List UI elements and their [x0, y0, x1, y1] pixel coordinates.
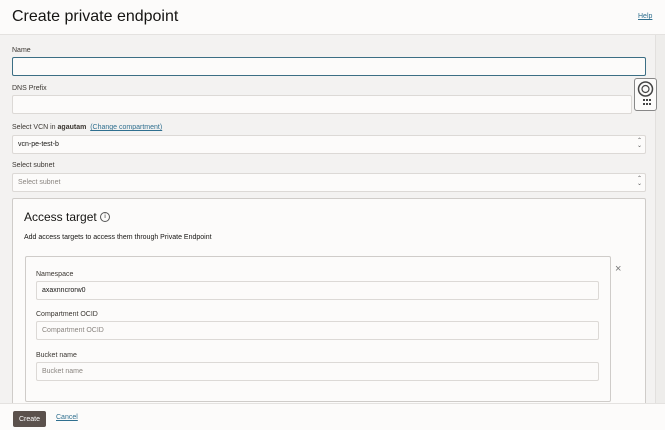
vcn-label: Select VCN in agautam (Change compartmen… [12, 124, 162, 131]
close-icon[interactable]: × [615, 263, 621, 275]
create-button[interactable]: Create [13, 411, 46, 427]
footer: Create Cancel [0, 403, 665, 430]
chevron-updown-icon: ⌃ ⌄ [636, 138, 642, 149]
page-title: Create private endpoint [12, 8, 179, 25]
name-input[interactable] [12, 57, 646, 76]
chevron-updown-icon: ⌃ ⌄ [636, 176, 642, 187]
subnet-select[interactable]: Select subnet ⌃ ⌄ [12, 173, 646, 192]
vcn-compartment: agautam [57, 124, 87, 131]
cancel-link[interactable]: Cancel [56, 414, 78, 421]
vcn-select[interactable]: vcn-pe-test-b ⌃ ⌄ [12, 135, 646, 154]
access-target-card: Namespace axaxnncrorw0 Compartment OCID … [25, 256, 611, 402]
vcn-label-prefix: Select VCN in [12, 124, 56, 131]
access-target-panel: Access target i Add access targets to ac… [12, 198, 646, 408]
namespace-input[interactable]: axaxnncrorw0 [36, 281, 599, 300]
help-widget[interactable] [634, 78, 657, 111]
access-target-title: Access target [24, 210, 97, 224]
bucket-name-label: Bucket name [36, 352, 77, 359]
lifebuoy-icon [637, 81, 654, 105]
dns-prefix-input[interactable] [12, 95, 632, 114]
name-label: Name [12, 47, 31, 54]
bucket-name-input[interactable]: Bucket name [36, 362, 599, 381]
change-compartment-link[interactable]: (Change compartment) [90, 124, 162, 131]
access-target-description: Add access targets to access them throug… [24, 234, 212, 241]
subnet-label: Select subnet [12, 162, 55, 169]
help-link[interactable]: Help [638, 13, 652, 20]
subnet-placeholder: Select subnet [18, 179, 61, 186]
dns-prefix-label: DNS Prefix [12, 85, 47, 92]
compartment-ocid-label: Compartment OCID [36, 311, 98, 318]
compartment-ocid-input[interactable]: Compartment OCID [36, 321, 599, 340]
header: Create private endpoint Help [0, 0, 665, 35]
info-icon[interactable]: i [100, 212, 110, 222]
vcn-select-value: vcn-pe-test-b [18, 141, 59, 148]
namespace-label: Namespace [36, 271, 74, 278]
